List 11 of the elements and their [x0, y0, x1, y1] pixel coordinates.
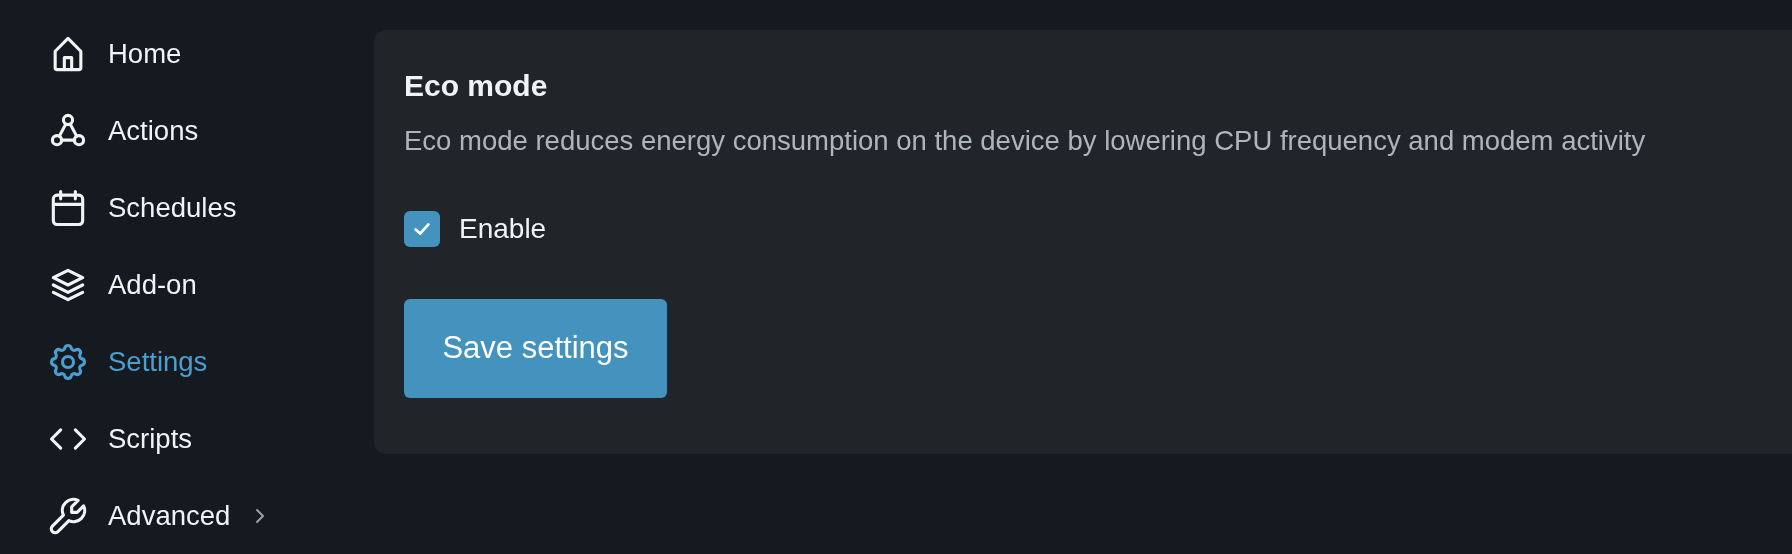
card-description: Eco mode reduces energy consumption on the device by lowering CPU frequency and modem activity: [404, 124, 1646, 158]
checkbox-label: Enable: [459, 212, 547, 245]
enable-checkbox[interactable]: [404, 210, 440, 247]
sidebar-item[interactable]: Home: [46, 15, 182, 92]
sidebar-item[interactable]: Schedules: [46, 169, 237, 246]
sidebar-item[interactable]: Scripts: [46, 400, 193, 477]
sidebar-item[interactable]: Actions: [46, 92, 199, 169]
sidebar-item[interactable]: Add-on: [46, 246, 197, 323]
card-title: Eco mode: [404, 68, 548, 104]
sidebar-item[interactable]: Advanced: [46, 477, 271, 554]
sidebar-item[interactable]: Settings: [46, 323, 208, 400]
